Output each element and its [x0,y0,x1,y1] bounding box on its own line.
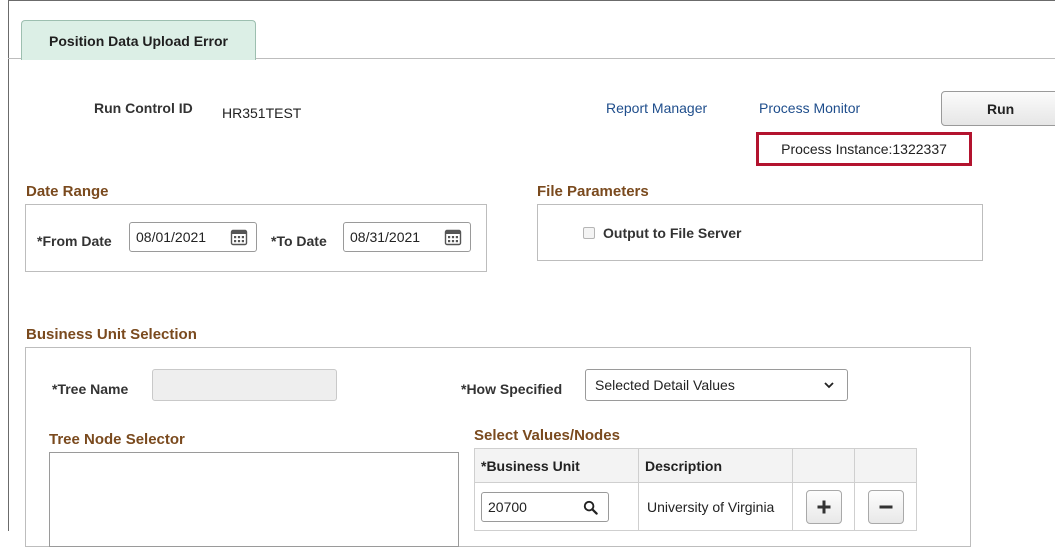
tab-position-data-upload-error[interactable]: Position Data Upload Error [21,20,256,60]
how-specified-label: *How Specified [461,381,563,397]
add-row-button[interactable] [805,489,842,524]
process-instance-highlight: Process Instance:1322337 [756,132,972,166]
to-date-label: *To Date [271,233,327,249]
output-to-file-server-checkbox[interactable] [583,227,595,239]
how-specified-value: Selected Detail Values [595,377,735,393]
description-cell: University of Virginia [638,482,793,531]
business-unit-selection-title: Business Unit Selection [26,326,197,343]
date-range-title: Date Range [26,183,109,200]
file-parameters-title: File Parameters [537,183,649,200]
calendar-icon[interactable] [444,228,462,246]
add-row-cell [792,482,855,531]
business-unit-cell: 20700 [474,482,639,531]
select-values-grid: *Business Unit Description 20700 Univers… [474,448,917,531]
search-icon[interactable] [583,500,598,515]
description-value: University of Virginia [647,498,775,515]
select-values-nodes-title: Select Values/Nodes [474,427,620,444]
calendar-icon[interactable] [230,228,248,246]
tree-node-selector-box[interactable] [49,452,459,547]
business-unit-input[interactable]: 20700 [481,491,609,522]
tree-node-selector-title: Tree Node Selector [49,431,185,448]
minus-icon [879,505,892,508]
column-header-remove [854,448,917,483]
chevron-down-icon [824,382,834,389]
column-header-add [792,448,855,483]
how-specified-select[interactable]: Selected Detail Values [585,369,848,401]
run-button[interactable]: Run [941,91,1055,126]
from-date-value: 08/01/2021 [136,229,207,245]
table-row: 20700 University of Virginia [474,482,917,531]
tree-name-input [152,369,337,401]
process-monitor-link[interactable]: Process Monitor [759,100,860,116]
to-date-value: 08/31/2021 [350,229,421,245]
business-unit-value: 20700 [488,498,527,515]
run-control-id-value: HR351TEST [222,105,302,121]
from-date-label: *From Date [37,233,112,249]
tree-name-label: *Tree Name [52,381,129,397]
output-to-file-server-label: Output to File Server [603,225,742,241]
report-manager-link[interactable]: Report Manager [606,100,707,116]
run-control-id-label: Run Control ID [94,100,193,116]
process-instance-text: Process Instance:1322337 [781,141,947,157]
grid-header-row: *Business Unit Description [474,448,917,483]
tab-label: Position Data Upload Error [49,32,228,49]
remove-row-button[interactable] [867,489,904,524]
to-date-input[interactable]: 08/31/2021 [343,222,471,252]
column-header-business-unit: *Business Unit [474,448,639,483]
from-date-input[interactable]: 08/01/2021 [129,222,257,252]
remove-row-cell [854,482,917,531]
column-header-description: Description [638,448,793,483]
plus-icon [817,500,830,513]
